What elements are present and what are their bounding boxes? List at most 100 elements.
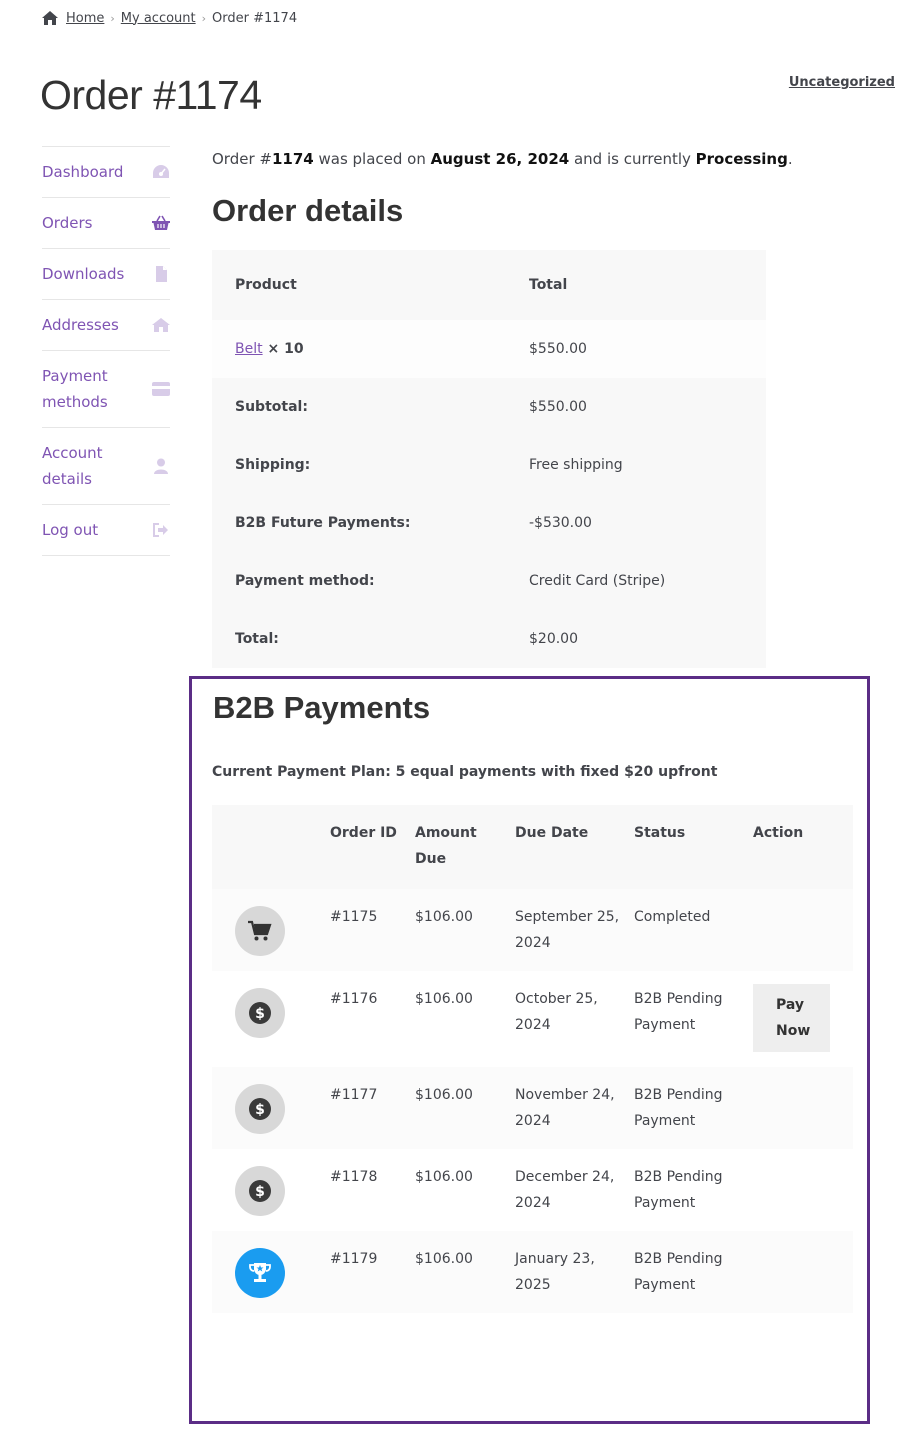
payment-amount: $106.00 — [415, 991, 473, 1007]
breadcrumb: Home › My account › Order #1174 — [42, 8, 297, 28]
payment-order-id: #1178 — [330, 1169, 378, 1185]
sidebar-item-label: Dashboard — [42, 163, 124, 181]
order-summary-text: Order #1174 was placed on August 26, 202… — [212, 150, 793, 168]
sidebar-item-label: Orders — [42, 214, 93, 232]
table-header-row: Product Total — [212, 250, 766, 320]
table-row: $ #1177 $106.00 November 24, 2024 B2B Pe… — [212, 1067, 853, 1149]
table-row: B2B Future Payments: -$530.00 — [212, 494, 766, 552]
payment-plan-text: Current Payment Plan: 5 equal payments w… — [212, 764, 718, 780]
uncategorized-link[interactable]: Uncategorized — [789, 75, 895, 90]
sidebar-item-account-details[interactable]: Account details — [42, 428, 170, 505]
product-column-header: Product — [235, 277, 297, 293]
cart-icon — [235, 906, 285, 956]
page-title: Order #1174 — [40, 72, 262, 118]
table-row: Belt × 10 $550.00 — [212, 320, 766, 378]
logout-icon — [153, 523, 168, 537]
svg-text:$: $ — [255, 1184, 265, 1200]
file-icon — [156, 266, 167, 282]
payment-amount: $106.00 — [415, 1087, 473, 1103]
card-icon — [152, 382, 170, 396]
totals-label: B2B Future Payments: — [235, 515, 411, 531]
sidebar-item-label: Downloads — [42, 265, 125, 283]
payment-status: B2B Pending Payment — [634, 991, 723, 1033]
svg-text:$: $ — [255, 1102, 265, 1118]
totals-value: Credit Card (Stripe) — [529, 573, 666, 589]
status-column-header: Status — [634, 825, 686, 841]
payment-order-id: #1176 — [330, 991, 378, 1007]
payment-due-date: December 24, 2024 — [515, 1169, 615, 1211]
sidebar-item-label: Addresses — [42, 316, 119, 334]
payment-due-date: January 23, 2025 — [515, 1251, 595, 1293]
sidebar-item-downloads[interactable]: Downloads — [42, 249, 170, 300]
sidebar-item-label: Account details — [42, 444, 103, 488]
payment-action — [753, 1231, 853, 1313]
payment-amount: $106.00 — [415, 1169, 473, 1185]
payment-action — [753, 1067, 853, 1149]
table-row: #1179 $106.00 January 23, 2025 B2B Pendi… — [212, 1231, 853, 1313]
order-details-heading: Order details — [212, 193, 404, 228]
breadcrumb-current: Order #1174 — [212, 10, 298, 26]
payment-status: B2B Pending Payment — [634, 1169, 723, 1211]
order-id-column-header: Order ID — [330, 825, 397, 841]
payment-action — [753, 889, 853, 971]
table-header-row: Order ID Amount Due Due Date Status Acti… — [212, 805, 853, 889]
product-link[interactable]: Belt — [235, 341, 263, 357]
sidebar-item-label: Payment methods — [42, 367, 108, 411]
totals-value: $550.00 — [529, 399, 587, 415]
trophy-icon — [235, 1248, 285, 1298]
action-column-header: Action — [753, 825, 804, 841]
table-row: Shipping: Free shipping — [212, 436, 766, 494]
home-icon — [152, 318, 170, 332]
payment-order-id: #1177 — [330, 1087, 378, 1103]
basket-icon — [152, 215, 170, 230]
totals-value: Free shipping — [529, 457, 623, 473]
order-details-table: Product Total Belt × 10 $550.00 Subtotal… — [212, 250, 766, 668]
sidebar-item-addresses[interactable]: Addresses — [42, 300, 170, 351]
product-quantity: × 10 — [262, 341, 304, 357]
totals-label: Shipping: — [235, 457, 311, 473]
sidebar-item-orders[interactable]: Orders — [42, 198, 170, 249]
order-status: Processing — [695, 150, 788, 168]
payment-amount: $106.00 — [415, 909, 473, 925]
sidebar-item-label: Log out — [42, 521, 99, 539]
dollar-icon: $ — [235, 1084, 285, 1134]
totals-label: Total: — [235, 631, 279, 647]
totals-label: Payment method: — [235, 573, 375, 589]
home-icon — [42, 11, 58, 25]
dashboard-icon — [153, 165, 169, 178]
sidebar-item-payment-methods[interactable]: Payment methods — [42, 351, 170, 428]
breadcrumb-account-link[interactable]: My account — [121, 11, 196, 26]
breadcrumb-separator: › — [201, 11, 207, 25]
payment-amount: $106.00 — [415, 1251, 473, 1267]
payment-order-id: #1175 — [330, 909, 378, 925]
payment-status: Completed — [634, 909, 711, 925]
order-number: 1174 — [271, 150, 314, 168]
table-row: Total: $20.00 — [212, 610, 766, 668]
table-row: Payment method: Credit Card (Stripe) — [212, 552, 766, 610]
breadcrumb-separator: › — [110, 11, 115, 25]
payment-status: B2B Pending Payment — [634, 1087, 723, 1129]
account-navigation: Dashboard Orders Downloads Addresses Pay… — [42, 146, 170, 556]
svg-text:$: $ — [255, 1006, 265, 1022]
table-row: #1175 $106.00 September 25, 2024 Complet… — [212, 889, 853, 971]
table-row: $ #1176 $106.00 October 25, 2024 B2B Pen… — [212, 971, 853, 1067]
b2b-payments-table: Order ID Amount Due Due Date Status Acti… — [212, 805, 853, 1313]
total-column-header: Total — [529, 277, 568, 293]
payment-action — [753, 1149, 853, 1231]
dollar-icon: $ — [235, 988, 285, 1038]
payment-due-date: October 25, 2024 — [515, 991, 598, 1033]
pay-now-button[interactable]: Pay Now — [753, 984, 830, 1052]
totals-value: $20.00 — [529, 631, 578, 647]
payment-status: B2B Pending Payment — [634, 1251, 723, 1293]
payment-order-id: #1179 — [330, 1251, 378, 1267]
table-row: $ #1178 $106.00 December 24, 2024 B2B Pe… — [212, 1149, 853, 1231]
due-date-column-header: Due Date — [515, 825, 589, 841]
icon-column-header — [212, 805, 330, 889]
dollar-icon: $ — [235, 1166, 285, 1216]
payment-due-date: September 25, 2024 — [515, 909, 620, 951]
product-total: $550.00 — [529, 341, 587, 357]
sidebar-item-log-out[interactable]: Log out — [42, 505, 170, 556]
sidebar-item-dashboard[interactable]: Dashboard — [42, 147, 170, 198]
order-date: August 26, 2024 — [430, 150, 570, 168]
breadcrumb-home-link[interactable]: Home — [66, 11, 104, 26]
